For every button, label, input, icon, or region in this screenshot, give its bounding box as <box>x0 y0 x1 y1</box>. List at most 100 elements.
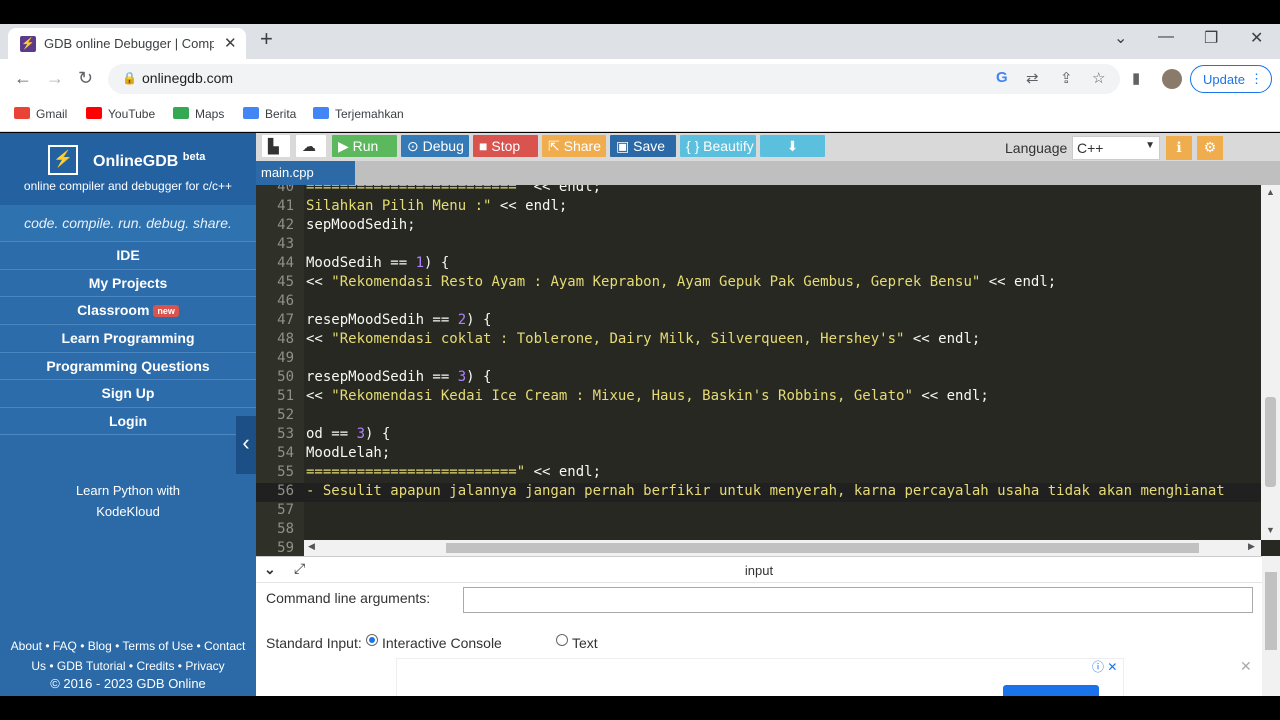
code-line[interactable]: 42 sepMoodSedih; <box>256 217 1261 236</box>
footer-line1[interactable]: About • FAQ • Blog • Terms of Use • Cont… <box>0 636 256 656</box>
address-bar[interactable]: 🔒 onlinegdb.com G ⇄ ⇪ ☆ <box>108 64 1120 94</box>
code-line[interactable]: 58 <box>256 521 1261 540</box>
text-option-label[interactable]: Text <box>572 635 598 651</box>
code-text[interactable]: resepMoodSedih == 2) { <box>306 312 491 328</box>
sidebar-item-sign-up[interactable]: Sign Up <box>0 379 256 406</box>
code-text[interactable]: MoodSedih == 1) { <box>306 255 449 271</box>
forward-icon[interactable]: → <box>46 68 64 89</box>
code-text[interactable]: =========================" << endl; <box>306 185 601 195</box>
gear-icon[interactable]: ⚙ <box>1197 136 1223 160</box>
code-text[interactable]: MoodLelah; <box>306 445 390 461</box>
code-line[interactable]: 52 <box>256 407 1261 426</box>
code-line[interactable]: 54 MoodLelah; <box>256 445 1261 464</box>
code-line[interactable]: 49 <box>256 350 1261 369</box>
code-line[interactable]: 41 Silahkan Pilih Menu :" << endl; <box>256 198 1261 217</box>
bookmark-maps[interactable]: Maps <box>173 107 224 121</box>
run-button[interactable]: ▶ Run <box>332 135 397 157</box>
interactive-console-radio[interactable] <box>366 634 378 646</box>
sidebar-item-ide[interactable]: IDE <box>0 241 256 268</box>
editor-horizontal-scrollbar[interactable]: ◀ ▶ <box>304 540 1261 556</box>
sidebar-item-programming-questions[interactable]: Programming Questions <box>0 352 256 379</box>
footer-line2[interactable]: Us • GDB Tutorial • Credits • Privacy <box>0 656 256 676</box>
reload-icon[interactable]: ↻ <box>78 68 93 89</box>
sidebar-item-my-projects[interactable]: My Projects <box>0 269 256 296</box>
tab-close-icon[interactable]: ✕ <box>224 34 237 52</box>
code-line[interactable]: 53 od == 3) { <box>256 426 1261 445</box>
text-radio[interactable] <box>556 634 568 646</box>
debug-button[interactable]: ⊙ Debug <box>401 135 469 157</box>
code-line[interactable]: 56 - Sesulit apapun jalannya jangan perna… <box>256 483 1261 502</box>
bookmark-gmail[interactable]: Gmail <box>14 107 67 121</box>
panel-vertical-scroll-thumb[interactable] <box>1265 572 1277 650</box>
panel-vertical-scrollbar[interactable] <box>1262 556 1280 696</box>
code-text[interactable]: << "Rekomendasi Kedai Ice Cream : Mixue,… <box>306 388 989 404</box>
code-line[interactable]: 50 resepMoodSedih == 3) { <box>256 369 1261 388</box>
code-text[interactable]: resepMoodSedih == 3) { <box>306 369 491 385</box>
share-page-icon[interactable]: ⇪ <box>1060 69 1073 87</box>
tab-search-icon[interactable]: ⌄ <box>1114 28 1127 48</box>
scroll-right-icon[interactable]: ▶ <box>1248 541 1255 552</box>
sidebar-ad[interactable]: Learn Python with KodeKloud <box>0 480 256 522</box>
code-text[interactable]: sepMoodSedih; <box>306 217 416 233</box>
lock-icon[interactable]: 🔒 <box>122 71 137 85</box>
code-line[interactable]: 40 =========================" << endl; <box>256 185 1261 198</box>
url-text[interactable]: onlinegdb.com <box>142 70 233 86</box>
code-text[interactable]: << "Rekomendasi Resto Ayam : Ayam Keprab… <box>306 274 1056 290</box>
sidebar-item-classroom[interactable]: Classroom new <box>0 296 256 323</box>
brand-header[interactable]: ⚡ OnlineGDB beta online compiler and deb… <box>0 133 256 205</box>
editor-vertical-scrollbar[interactable]: ▲ ▼ <box>1261 185 1280 540</box>
bookmark-berita[interactable]: Berita <box>243 107 296 121</box>
code-text[interactable]: od == 3) { <box>306 426 390 442</box>
code-line[interactable]: 47 resepMoodSedih == 2) { <box>256 312 1261 331</box>
browser-tab[interactable]: ⚡ GDB online Debugger | Compiler ✕ <box>8 28 246 59</box>
avatar[interactable] <box>1162 69 1182 89</box>
new-file-icon[interactable]: ▙ <box>262 135 290 157</box>
bookmark-youtube[interactable]: YouTube <box>86 107 155 121</box>
scroll-up-icon[interactable]: ▲ <box>1266 187 1275 197</box>
tab-main-cpp[interactable]: main.cpp <box>256 161 355 185</box>
code-line[interactable]: 45 << "Rekomendasi Resto Ayam : Ayam Kepr… <box>256 274 1261 293</box>
minimize-button[interactable]: — <box>1158 28 1174 46</box>
code-line[interactable]: 57 <box>256 502 1261 521</box>
code-text[interactable]: Silahkan Pilih Menu :" << endl; <box>306 198 567 214</box>
close-window-button[interactable]: ✕ <box>1250 28 1263 48</box>
code-editor[interactable]: 40 =========================" << endl; 41 S… <box>256 185 1280 556</box>
save-button[interactable]: ▣ Save <box>610 135 676 157</box>
footer-links[interactable]: About • FAQ • Blog • Terms of Use • Cont… <box>0 636 256 676</box>
code-line[interactable]: 51 << "Rekomendasi Kedai Ice Cream : Mixu… <box>256 388 1261 407</box>
bookmark-star-icon[interactable]: ☆ <box>1092 69 1105 87</box>
sidebar-item-learn-programming[interactable]: Learn Programming <box>0 324 256 351</box>
back-icon[interactable]: ← <box>14 68 32 89</box>
editor-vertical-scroll-thumb[interactable] <box>1265 397 1276 487</box>
bookmark-terjemahkan[interactable]: Terjemahkan <box>313 107 404 121</box>
code-line[interactable]: 55 =========================" << endl; <box>256 464 1261 483</box>
ad-close-icon[interactable]: ✕ <box>1240 658 1252 675</box>
scroll-left-icon[interactable]: ◀ <box>308 541 315 552</box>
scroll-down-icon[interactable]: ▼ <box>1266 525 1275 535</box>
update-button[interactable]: Update ⋮ <box>1190 65 1272 93</box>
stop-button[interactable]: ■ Stop <box>473 135 538 157</box>
language-select[interactable]: C++ ▼ <box>1072 136 1160 160</box>
sidebar-item-login[interactable]: Login <box>0 407 256 434</box>
new-tab-button[interactable]: + <box>260 26 273 52</box>
code-line[interactable]: 46 <box>256 293 1261 312</box>
info-icon[interactable]: ℹ <box>1166 136 1192 160</box>
side-panel-icon[interactable]: ▮ <box>1132 69 1140 87</box>
ad-banner[interactable] <box>396 658 1124 697</box>
code-line[interactable]: 43 <box>256 236 1261 255</box>
restore-button[interactable]: ❐ <box>1204 28 1218 48</box>
beautify-button[interactable]: { } Beautify <box>680 135 756 157</box>
code-line[interactable]: 44 MoodSedih == 1) { <box>256 255 1261 274</box>
interactive-console-label[interactable]: Interactive Console <box>382 635 502 651</box>
code-text[interactable]: =========================" << endl; <box>306 464 601 480</box>
download-icon[interactable]: ⬇ <box>760 135 825 157</box>
share-button[interactable]: ⇱ Share <box>542 135 606 157</box>
command-line-arguments-input[interactable] <box>463 587 1253 613</box>
code-text[interactable]: << "Rekomendasi coklat : Toblerone, Dair… <box>306 331 980 347</box>
editor-horizontal-scroll-thumb[interactable] <box>446 543 1199 553</box>
code-text[interactable]: - Sesulit apapun jalannya jangan pernah … <box>306 483 1225 499</box>
upload-icon[interactable]: ☁ <box>296 135 326 157</box>
ad-info-icon[interactable]: ⓘ ✕ <box>1092 658 1117 675</box>
code-line[interactable]: 48 << "Rekomendasi coklat : Toblerone, Da… <box>256 331 1261 350</box>
collapse-sidebar-icon[interactable]: ‹ <box>236 416 256 474</box>
